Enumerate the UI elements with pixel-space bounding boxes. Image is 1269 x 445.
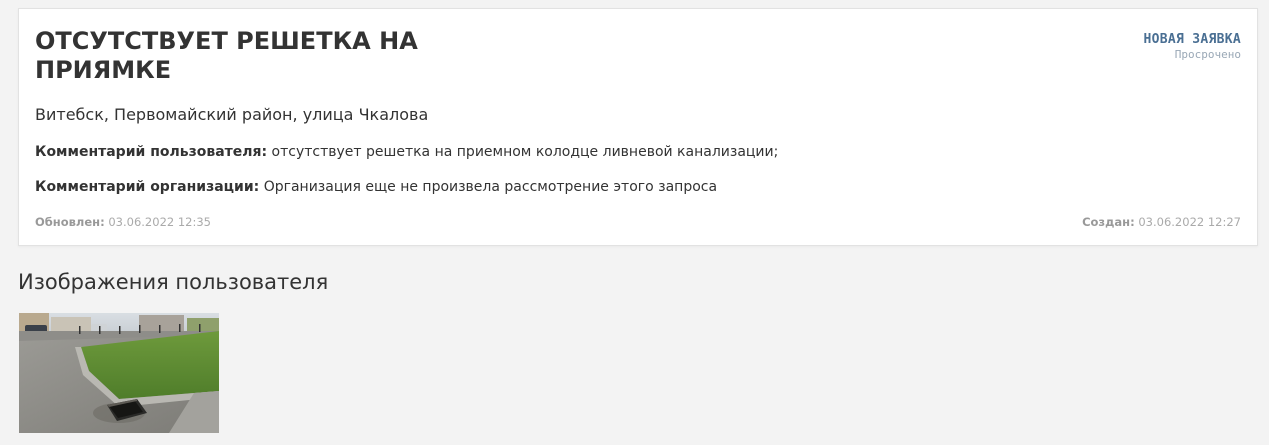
updated-label: Обновлен:: [35, 215, 105, 229]
user-comment-text: отсутствует решетка на приемном колодце …: [267, 144, 779, 160]
user-image-thumbnail[interactable]: [19, 313, 219, 433]
user-images-heading: Изображения пользователя: [18, 270, 329, 294]
user-comment: Комментарий пользователя: отсутствует ре…: [35, 144, 778, 160]
updated-timestamp: Обновлен: 03.06.2022 12:35: [35, 215, 211, 229]
updated-value: 03.06.2022 12:35: [104, 215, 211, 229]
org-comment-text: Организация еще не произвела рассмотрени…: [259, 179, 718, 195]
org-comment: Комментарий организации: Организация еще…: [35, 179, 717, 195]
user-comment-label: Комментарий пользователя:: [35, 144, 268, 160]
overdue-label: Просрочено: [1174, 48, 1241, 61]
status-block: НОВАЯ ЗАЯВКА Просрочено: [1143, 32, 1241, 61]
created-timestamp: Создан: 03.06.2022 12:27: [1082, 215, 1241, 229]
created-value: 03.06.2022 12:27: [1134, 215, 1241, 229]
request-card: ОТСУТСТВУЕТ РЕШЕТКА НА ПРИЯМКЕ НОВАЯ ЗАЯ…: [18, 8, 1258, 246]
storm-drain-photo: [19, 313, 219, 433]
status-badge: НОВАЯ ЗАЯВКА: [1143, 32, 1241, 47]
request-address: Витебск, Первомайский район, улица Чкало…: [35, 105, 429, 124]
created-label: Создан:: [1082, 215, 1135, 229]
org-comment-label: Комментарий организации:: [35, 179, 260, 195]
request-title: ОТСУТСТВУЕТ РЕШЕТКА НА ПРИЯМКЕ: [35, 27, 418, 84]
